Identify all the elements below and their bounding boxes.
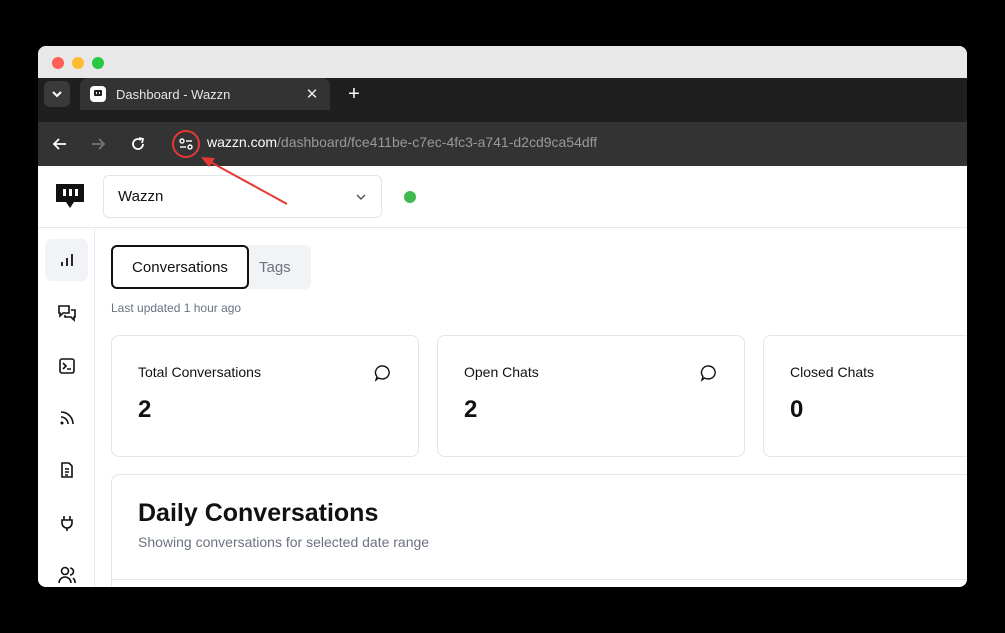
messages-icon (57, 305, 76, 322)
sidebar-item-users[interactable] (45, 554, 88, 587)
chat-bubble-icon (700, 365, 716, 382)
wazzn-logo-icon[interactable] (54, 180, 86, 212)
url-host: wazzn.com (207, 134, 278, 150)
sidebar-item-conversations[interactable] (45, 292, 88, 334)
tune-icon (179, 138, 193, 150)
address-bar: wazzn.com/dashboard/fce411be-c7ec-4fc3-a… (38, 122, 967, 166)
tab-conversations[interactable]: Conversations (111, 245, 249, 289)
app-header: Wazzn (38, 166, 967, 228)
sidebar-item-integrations[interactable] (45, 502, 88, 544)
forward-button[interactable] (86, 132, 110, 156)
reload-icon (132, 137, 145, 150)
stat-card-value: 2 (138, 396, 152, 423)
sidebar-item-feeds[interactable] (45, 397, 88, 439)
status-indicator (404, 191, 416, 203)
stat-card-title: Closed Chats (790, 364, 875, 380)
close-tab-icon[interactable]: ✕ (304, 85, 320, 103)
tab-title: Dashboard - Wazzn (116, 86, 231, 102)
stat-card-title: Open Chats (464, 364, 539, 380)
bar-chart-icon (60, 254, 73, 266)
chat-bubble-icon (374, 365, 390, 382)
stat-card-value: 0 (790, 396, 804, 423)
stat-card-value: 2 (464, 396, 478, 423)
sidebar-item-terminal[interactable] (45, 345, 88, 387)
users-icon (57, 566, 76, 584)
document-icon (60, 462, 73, 478)
minimize-window-button[interactable] (72, 57, 84, 69)
daily-conversations-panel: Daily Conversations Showing conversation… (111, 474, 967, 587)
wazzn-favicon-icon (90, 86, 106, 102)
last-updated-text: Last updated 1 hour ago (111, 301, 242, 315)
url-path: /dashboard/fce411be-c7ec-4fc3-a741-d2cd9… (277, 134, 598, 150)
terminal-icon (58, 358, 75, 374)
window-titlebar (38, 46, 967, 78)
plug-icon (60, 516, 73, 531)
sidebar (38, 229, 95, 587)
stat-card-title: Total Conversations (138, 364, 261, 380)
stat-card-open-chats: Open Chats 2 (437, 335, 745, 457)
chevron-down-icon (356, 193, 366, 200)
site-info-button[interactable] (172, 130, 200, 158)
organization-select[interactable]: Wazzn (103, 175, 382, 218)
stat-card-closed-chats: Closed Chats 0 (763, 335, 967, 457)
sidebar-item-analytics[interactable] (45, 239, 88, 281)
stat-card-total-conversations: Total Conversations 2 (111, 335, 419, 457)
reload-button[interactable] (126, 132, 150, 156)
sidebar-item-documents[interactable] (45, 449, 88, 491)
tab-bar: Dashboard - Wazzn ✕ + (38, 78, 967, 122)
rss-icon (60, 411, 74, 425)
browser-window: Dashboard - Wazzn ✕ + wazzn.com/dashboar… (38, 46, 967, 587)
tab-search-button[interactable] (44, 81, 70, 107)
tab-tags[interactable]: Tags (259, 245, 291, 289)
organization-name: Wazzn (118, 188, 164, 205)
new-tab-button[interactable]: + (342, 82, 366, 106)
arrow-right-icon (92, 138, 106, 150)
url-text[interactable]: wazzn.com/dashboard/fce411be-c7ec-4fc3-a… (207, 134, 597, 150)
divider (112, 579, 967, 580)
app-page: Wazzn Conversations Tags Last updated 1 … (38, 166, 967, 587)
maximize-window-button[interactable] (92, 57, 104, 69)
daily-conversations-title: Daily Conversations (138, 499, 379, 527)
arrow-left-icon (52, 138, 66, 150)
daily-conversations-subtitle: Showing conversations for selected date … (138, 534, 430, 550)
chevron-down-icon (52, 91, 62, 98)
back-button[interactable] (48, 132, 72, 156)
close-window-button[interactable] (52, 57, 64, 69)
browser-tab[interactable]: Dashboard - Wazzn ✕ (80, 78, 330, 110)
view-tabs: Conversations Tags (111, 245, 311, 289)
